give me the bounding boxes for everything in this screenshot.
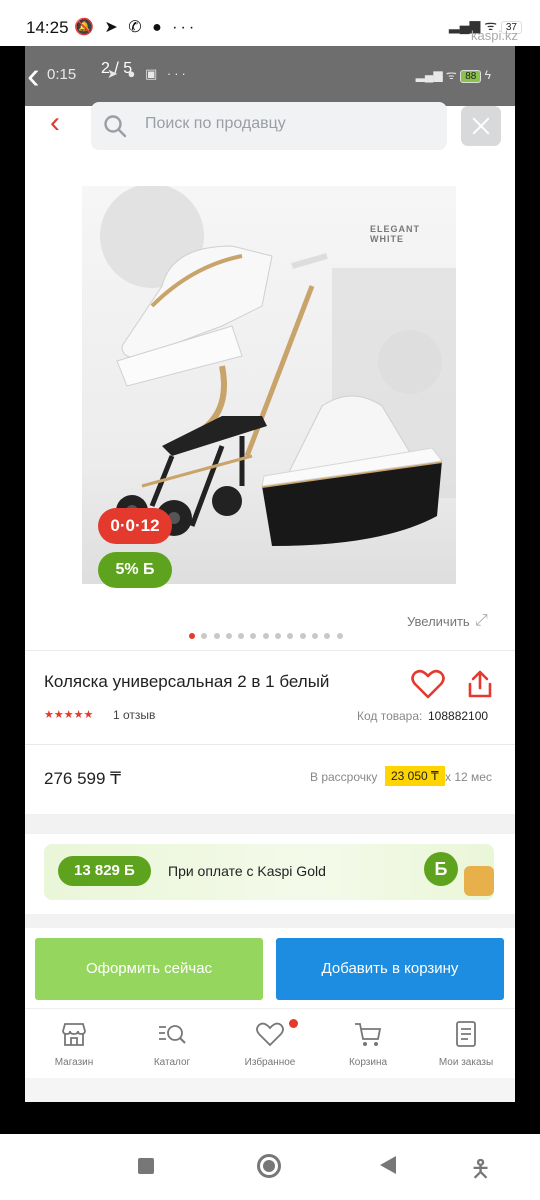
viewer-back-icon[interactable]: ‹ xyxy=(27,56,40,96)
inner-time: 0:15 xyxy=(47,66,77,83)
status-notification-icons: 🔕 ➤ ✆ ● ··· xyxy=(74,19,198,36)
product-code-label: Код товара: xyxy=(357,709,423,723)
favorites-notification-dot xyxy=(289,1019,298,1028)
zoom-link[interactable]: Увеличить xyxy=(407,614,470,629)
add-to-cart-button[interactable]: Добавить в корзину xyxy=(276,938,504,1000)
orders-icon xyxy=(456,1021,476,1047)
tab-favorites[interactable]: Избранное xyxy=(221,1009,319,1079)
gallery-dot[interactable] xyxy=(225,633,232,639)
section-separator xyxy=(25,814,515,834)
search-placeholder: Поиск по продавцу xyxy=(145,115,286,132)
kaspi-gold-banner[interactable]: 13 829 Б При оплате с Kaspi Gold Б xyxy=(44,844,494,900)
share-icon[interactable] xyxy=(465,668,495,700)
inner-battery-icon: 88 xyxy=(460,70,482,83)
expand-icon[interactable]: ⤢ xyxy=(475,612,488,630)
gallery-dot[interactable] xyxy=(287,633,294,639)
inner-nav-bar xyxy=(25,1078,515,1102)
gallery-dot[interactable] xyxy=(262,633,269,639)
inner-status-bar: ‹ 0:15 2 / 5 ➤ ● ▣ ··· ▂▄▆ ᯤ 88 ϟ xyxy=(25,46,515,106)
product-title: Коляска универсальная 2 в 1 белый xyxy=(44,672,330,691)
search-icon xyxy=(104,115,127,138)
heart-icon[interactable] xyxy=(411,668,445,700)
tab-catalog[interactable]: Каталог xyxy=(123,1009,221,1079)
bonus-coin-icon: Б xyxy=(424,852,458,886)
age-badge: 0·0·12 xyxy=(98,508,172,544)
heart-icon xyxy=(256,1022,284,1047)
tab-label: Избранное xyxy=(244,1057,296,1068)
gallery-dot[interactable] xyxy=(336,633,343,639)
back-chevron-icon[interactable]: ‹ xyxy=(50,106,80,142)
app-screenshot: ‹ 0:15 2 / 5 ➤ ● ▣ ··· ▂▄▆ ᯤ 88 ϟ ‹ Поис… xyxy=(25,46,515,1102)
tab-shop[interactable]: Магазин xyxy=(25,1009,123,1079)
gold-bonus-amount: 13 829 Б xyxy=(58,856,151,886)
tab-cart[interactable]: Корзина xyxy=(319,1009,417,1079)
catalog-search-icon xyxy=(159,1025,186,1044)
installment-amount: 23 050 ₸ xyxy=(385,766,445,786)
gallery-dot[interactable] xyxy=(324,633,331,639)
gallery-dot[interactable] xyxy=(275,633,282,639)
divider xyxy=(25,744,515,745)
system-nav-bar: 🯅 xyxy=(0,1134,540,1200)
bonus-badge: 5% Б xyxy=(98,552,172,588)
inner-notification-icons: ➤ ● ▣ ··· xyxy=(107,66,189,81)
gallery-dot[interactable] xyxy=(238,633,245,639)
cart-icon xyxy=(355,1023,382,1046)
phone-status-bar: 14:25 🔕 ➤ ✆ ● ··· ▂▄▆ ᯤ 37 xyxy=(0,0,540,46)
tab-label: Каталог xyxy=(153,1057,191,1068)
installment-label: В рассрочку xyxy=(310,770,378,784)
product-price: 276 599 ₸ xyxy=(44,769,121,788)
gallery-dot[interactable] xyxy=(250,633,257,639)
status-time: 14:25 xyxy=(26,18,69,37)
seller-search-input[interactable]: Поиск по продавцу xyxy=(91,102,447,150)
gold-banner-text: При оплате с Kaspi Gold xyxy=(168,863,326,879)
reviews-link[interactable]: 1 отзыв xyxy=(113,708,155,722)
back-icon[interactable] xyxy=(380,1156,396,1174)
section-separator xyxy=(25,914,515,928)
installment-term: х 12 мес xyxy=(445,770,492,784)
tab-label: Магазин xyxy=(54,1057,94,1068)
product-image[interactable]: ELEGANT WHITE 0·0·12 5% Б xyxy=(82,186,456,588)
gallery-dot[interactable] xyxy=(189,633,195,639)
home-icon[interactable] xyxy=(257,1154,281,1178)
rating-stars: ★★★★★ xyxy=(44,709,94,721)
order-now-button[interactable]: Оформить сейчас xyxy=(35,938,263,1000)
accessibility-icon[interactable]: 🯅 xyxy=(470,1152,491,1193)
tab-label: Мои заказы xyxy=(438,1057,494,1068)
shop-icon xyxy=(62,1023,86,1046)
bottom-tab-bar: Магазин Каталог Избранное Корзина Мои за… xyxy=(25,1008,515,1078)
gallery-dot[interactable] xyxy=(213,633,220,639)
kaspi-watermark: kaspi.kz xyxy=(471,28,518,43)
gallery-dot[interactable] xyxy=(201,633,208,639)
gallery-dot[interactable] xyxy=(311,633,318,639)
product-code-value: 108882100 xyxy=(428,709,489,723)
divider xyxy=(25,650,515,651)
recents-icon[interactable] xyxy=(138,1158,154,1174)
gallery-pagination xyxy=(189,626,349,639)
gold-card-icon xyxy=(464,866,494,896)
tab-orders[interactable]: Мои заказы xyxy=(417,1009,515,1079)
inner-signal-battery: ▂▄▆ ᯤ 88 ϟ xyxy=(415,68,491,83)
close-button[interactable] xyxy=(461,106,501,146)
tab-label: Корзина xyxy=(348,1057,388,1068)
gallery-dot[interactable] xyxy=(299,633,306,639)
